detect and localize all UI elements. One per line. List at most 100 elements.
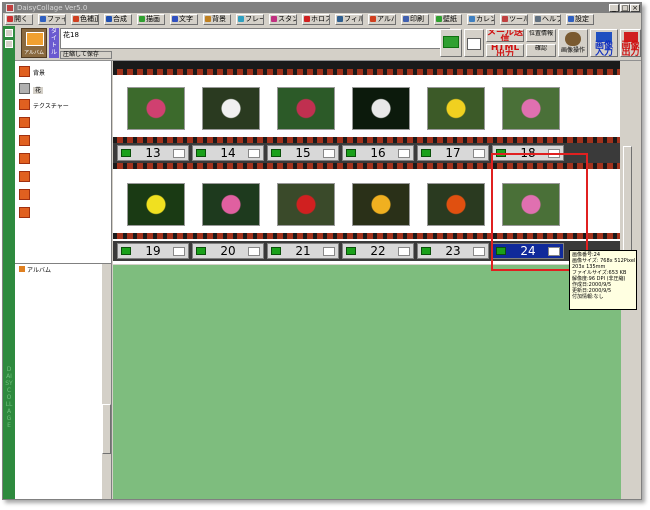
expand-icon[interactable] (173, 247, 185, 256)
toolbar-icon (304, 16, 310, 22)
category-folder-icon (19, 66, 30, 77)
compress-save-button[interactable]: 圧縮して保存 (60, 51, 112, 59)
photo-thumbnail[interactable] (202, 87, 260, 130)
frame-number-cell[interactable]: 17 (417, 145, 489, 161)
expand-icon[interactable] (173, 149, 185, 158)
frame-number: 14 (220, 146, 236, 160)
toolbar-button[interactable]: 描画 (137, 14, 165, 25)
toolbar-button[interactable]: 設定 (566, 14, 594, 25)
expand-icon[interactable] (398, 247, 410, 256)
album-logo[interactable]: アルバム (21, 28, 47, 58)
photo-thumbnail[interactable] (277, 183, 335, 226)
toolbar-button[interactable]: 開く (5, 14, 33, 25)
frame-number-cell[interactable]: 20 (192, 243, 264, 259)
strip-brand-text: DAISY COLLAGE (5, 366, 13, 429)
album-title-field[interactable]: 花18 (60, 28, 450, 49)
mail-send-button[interactable]: メール送信 (486, 29, 524, 42)
toolbar-button[interactable]: ホロスコープ (302, 14, 330, 25)
maximize-button[interactable]: □ (620, 4, 630, 12)
frame-number-cell[interactable]: 21 (267, 243, 339, 259)
photo-thumbnail[interactable] (427, 183, 485, 226)
toolbar-button[interactable]: アルバム (368, 14, 396, 25)
toolbar-button[interactable]: フィルタ (335, 14, 363, 25)
html-output-button[interactable]: HTML出力 (486, 44, 524, 57)
frame-number-cell[interactable]: 22 (342, 243, 414, 259)
position-info-button[interactable]: 位置情報 (526, 29, 556, 42)
album-scrollbar[interactable] (102, 264, 111, 499)
album-logo-caption: アルバム (24, 50, 44, 56)
workspace-area (113, 265, 621, 499)
image-ops-button[interactable]: 画像操作 (558, 29, 588, 57)
toolbar-button[interactable]: 合成 (104, 14, 132, 25)
category-item[interactable] (19, 171, 33, 182)
album-tree-root[interactable]: アルバム (19, 265, 51, 274)
expand-icon[interactable] (473, 247, 485, 256)
toolbar-button[interactable]: 背景 (203, 14, 231, 25)
toolbar-button[interactable]: ツール (500, 14, 528, 25)
image-input-button[interactable]: 画像入力 (590, 29, 618, 57)
category-item[interactable] (19, 207, 33, 218)
toolbar-button[interactable]: カレンダー (467, 14, 495, 25)
frame-number: 23 (445, 244, 461, 258)
album-folder-icon (19, 266, 25, 272)
toolbar-button[interactable]: スタンプ (269, 14, 297, 25)
toolbar-button[interactable]: 壁紙 (434, 14, 462, 25)
frame-number-cell[interactable]: 19 (117, 243, 189, 259)
toolbar-button[interactable]: 色補正 (71, 14, 99, 25)
category-item[interactable]: 花 (19, 83, 44, 94)
category-item[interactable] (19, 153, 33, 164)
toolbar-button[interactable]: ヘルプ (533, 14, 561, 25)
frame-number-cell[interactable]: 14 (192, 145, 264, 161)
photo-thumbnail[interactable] (202, 183, 260, 226)
category-item[interactable]: テクスチャー (19, 99, 69, 110)
category-folder-icon (19, 171, 30, 182)
album-scroll-thumb[interactable] (102, 404, 111, 454)
green-flag-icon (196, 149, 206, 157)
toolbar-icon (502, 16, 508, 22)
toolbar-button-label: ヘルプ (542, 15, 561, 23)
expand-icon[interactable] (323, 247, 335, 256)
category-label: テクスチャー (33, 103, 69, 110)
minimize-button[interactable]: _ (609, 4, 619, 12)
toolbar-button-label: 背景 (212, 15, 226, 23)
photo-thumbnail[interactable] (427, 87, 485, 130)
green-flag-icon (346, 247, 356, 255)
photo-thumbnail[interactable] (277, 87, 335, 130)
page-button[interactable] (464, 29, 484, 57)
toolbar-icon (40, 16, 46, 22)
toolbar-button[interactable]: ファイル (38, 14, 66, 25)
photo-thumbnail[interactable] (502, 87, 560, 130)
category-item[interactable] (19, 189, 33, 200)
frame-number-cell[interactable]: 13 (117, 145, 189, 161)
photo-thumbnail[interactable] (352, 87, 410, 130)
frame-number: 21 (295, 244, 311, 258)
toolbar-icon (535, 16, 541, 22)
toolbar-button[interactable]: フレーム (236, 14, 264, 25)
frame-number-cell[interactable]: 23 (417, 243, 489, 259)
confirm-button[interactable]: 確認 (526, 44, 556, 57)
strip-button-top[interactable] (5, 29, 13, 37)
category-item[interactable]: 背景 (19, 66, 45, 77)
toolbar-icon (271, 16, 277, 22)
expand-icon[interactable] (398, 149, 410, 158)
frame-number-cell[interactable]: 16 (342, 145, 414, 161)
layout-button[interactable] (440, 29, 462, 57)
frame-number-cell[interactable]: 15 (267, 145, 339, 161)
photo-thumbnail[interactable] (127, 87, 185, 130)
category-item[interactable] (19, 135, 33, 146)
strip-button-2[interactable] (5, 40, 13, 48)
position-info-label: 位置情報 (528, 30, 553, 37)
category-item[interactable] (19, 117, 33, 128)
toolbar-button-label: ツール (509, 15, 528, 23)
photo-thumbnail[interactable] (352, 183, 410, 226)
close-button[interactable]: × (630, 4, 640, 12)
expand-icon[interactable] (248, 149, 260, 158)
expand-icon[interactable] (473, 149, 485, 158)
toolbar-button[interactable]: 印刷 (401, 14, 429, 25)
expand-icon[interactable] (248, 247, 260, 256)
toolbar-button-label: スタンプ (278, 15, 296, 23)
expand-icon[interactable] (323, 149, 335, 158)
toolbar-button[interactable]: 文字 (170, 14, 198, 25)
photo-thumbnail[interactable] (127, 183, 185, 226)
image-output-button[interactable]: 画像出力 (620, 29, 641, 57)
